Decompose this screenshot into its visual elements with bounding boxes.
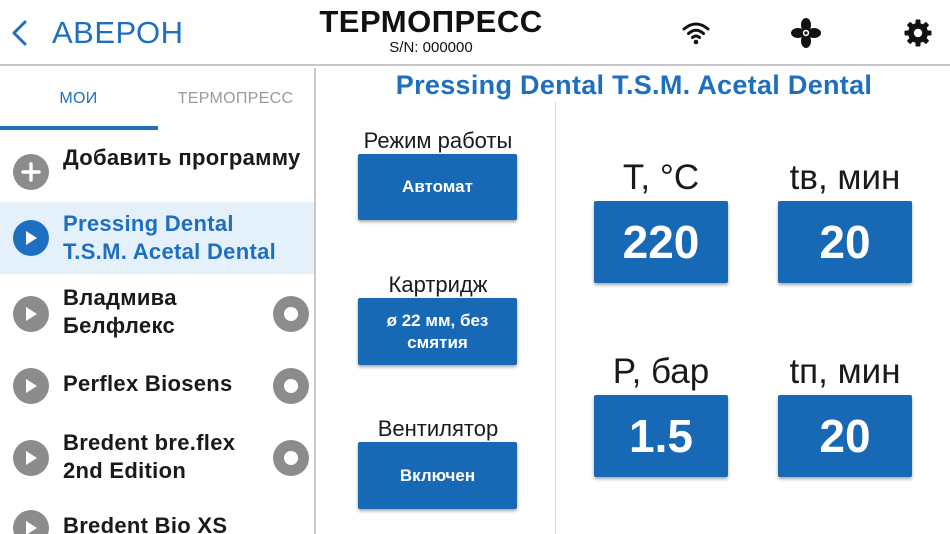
pressure-label: P, бар <box>612 352 710 391</box>
radio-dot <box>284 451 298 465</box>
pressure-value[interactable]: 1.5 <box>594 395 728 477</box>
program-item-bredent-breflex[interactable]: Bredent bre.flex 2nd Edition <box>0 416 314 496</box>
page-title: ТЕРМОПРЕСС <box>319 4 543 39</box>
program-item-pressing-dental[interactable]: Pressing Dental T.S.M. Acetal Dental <box>0 202 314 274</box>
radio-button[interactable] <box>273 368 309 404</box>
back-button[interactable]: АВЕРОН <box>10 13 184 53</box>
serial-number: S/N: 000000 <box>389 39 473 56</box>
fan-label: Вентилятор <box>377 416 499 441</box>
radio-dot <box>284 307 298 321</box>
active-tab-indicator <box>0 126 158 130</box>
program-item-vladmiva[interactable]: Владмива Белфлекс <box>0 274 314 354</box>
back-label: АВЕРОН <box>52 15 184 50</box>
list-item-label: Pressing Dental T.S.M. Acetal Dental <box>63 211 277 264</box>
tab-my[interactable]: МОИ <box>0 68 157 130</box>
cartridge-button[interactable]: ø 22 мм, без смятия <box>358 298 517 365</box>
chevron-left-icon <box>12 20 27 46</box>
mode-label: Режим работы <box>363 128 513 153</box>
play-icon <box>13 220 49 256</box>
play-icon <box>13 510 49 534</box>
temperature-label: T, °C <box>622 158 700 197</box>
program-detail-panel: Pressing Dental T.S.M. Acetal Dental Реж… <box>318 68 950 534</box>
press-time-value[interactable]: 20 <box>778 395 912 477</box>
play-icon <box>13 368 49 404</box>
fan-button[interactable]: Включен <box>358 442 517 509</box>
list-item-label: Bredent Bio XS <box>63 513 228 534</box>
header-title-block: ТЕРМОПРЕСС S/N: 000000 <box>300 5 562 57</box>
list-item-label: Bredent bre.flex 2nd Edition <box>63 430 236 483</box>
program-item-bredent-bioxs[interactable]: Bredent Bio XS <box>0 496 314 534</box>
play-icon <box>13 296 49 332</box>
list-item-label: Perflex Biosens <box>63 371 233 396</box>
radio-button[interactable] <box>273 296 309 332</box>
program-sidebar: МОИ ТЕРМОПРЕСС Добавить программу Pressi… <box>0 68 316 534</box>
gear-icon[interactable] <box>902 17 934 49</box>
press-time-label: tп, мин <box>789 352 901 391</box>
radio-dot <box>284 379 298 393</box>
play-icon <box>13 440 49 476</box>
heating-time-label: tв, мин <box>789 158 901 197</box>
panel-divider <box>555 102 556 534</box>
wifi-icon[interactable] <box>680 17 712 49</box>
cartridge-label: Картридж <box>388 272 488 297</box>
add-program-item[interactable]: Добавить программу <box>0 140 314 204</box>
heating-time-value[interactable]: 20 <box>778 201 912 283</box>
app-header: АВЕРОН ТЕРМОПРЕСС S/N: 000000 <box>0 0 950 66</box>
radio-button[interactable] <box>273 440 309 476</box>
temperature-value[interactable]: 220 <box>594 201 728 283</box>
program-item-perflex[interactable]: Perflex Biosens <box>0 354 314 416</box>
plus-icon <box>13 154 49 190</box>
list-item-label: Добавить программу <box>63 145 301 170</box>
tab-bar: МОИ ТЕРМОПРЕСС <box>0 68 314 130</box>
fan-icon[interactable] <box>790 17 822 49</box>
mode-button[interactable]: Автомат <box>358 154 517 220</box>
tab-thermopress[interactable]: ТЕРМОПРЕСС <box>157 68 314 130</box>
program-title: Pressing Dental T.S.M. Acetal Dental <box>395 70 873 100</box>
list-item-label: Владмива Белфлекс <box>63 285 177 338</box>
